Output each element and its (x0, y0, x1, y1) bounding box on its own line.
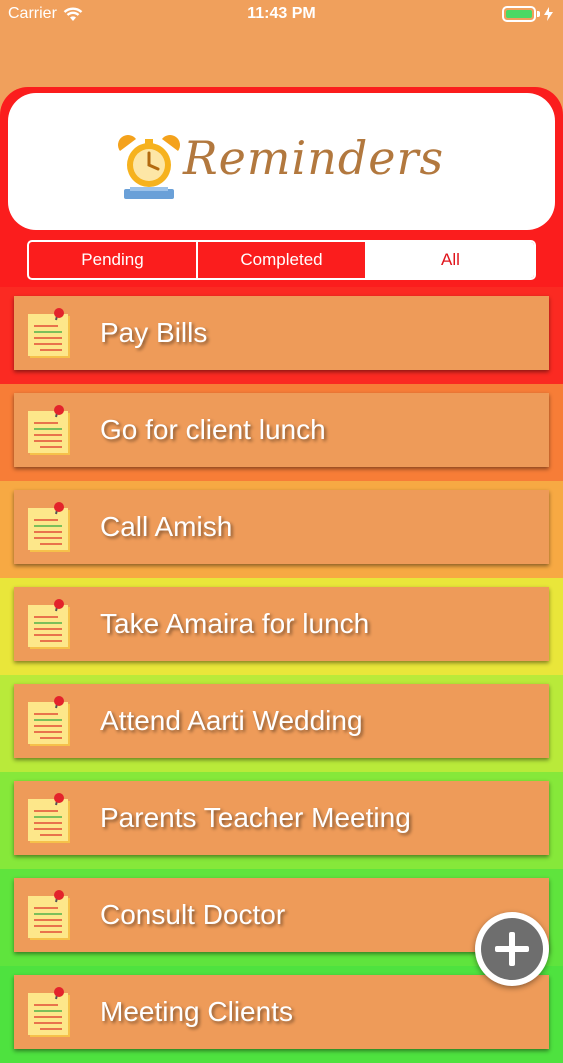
reminder-card[interactable]: Pay Bills (14, 296, 549, 370)
filter-segmented-control[interactable]: Pending Completed All (27, 240, 536, 280)
status-time: 11:43 PM (247, 5, 316, 22)
sticky-note-icon (28, 890, 74, 942)
header-panel: Reminders Pending Completed All (0, 87, 563, 287)
battery-charging-icon (502, 6, 553, 22)
reminder-title: Take Amaira for lunch (100, 608, 370, 639)
logo-card: Reminders (8, 93, 555, 230)
reminder-card[interactable]: Go for client lunch (14, 393, 549, 467)
alarm-clock-icon (118, 135, 180, 199)
reminder-title: Meeting Clients (100, 996, 293, 1027)
sticky-note-icon (28, 405, 74, 457)
status-bar: Carrier 11:43 PM (0, 0, 563, 30)
sticky-note-icon (28, 696, 74, 748)
reminder-title: Go for client lunch (100, 414, 326, 445)
reminder-card[interactable]: Parents Teacher Meeting (14, 781, 549, 855)
reminder-title: Parents Teacher Meeting (100, 802, 411, 833)
sticky-note-icon (28, 987, 74, 1039)
tab-completed[interactable]: Completed (198, 242, 367, 278)
sticky-note-icon (28, 502, 74, 554)
reminder-card[interactable]: Take Amaira for lunch (14, 587, 549, 661)
reminder-title: Attend Aarti Wedding (100, 705, 363, 736)
add-reminder-button[interactable] (475, 912, 549, 986)
plus-icon (481, 918, 543, 980)
tab-all[interactable]: All (367, 242, 534, 278)
reminder-title: Pay Bills (100, 317, 208, 348)
sticky-note-icon (28, 793, 74, 845)
tab-pending[interactable]: Pending (29, 242, 198, 278)
sticky-note-icon (28, 308, 74, 360)
reminder-card[interactable]: Meeting Clients (14, 975, 549, 1049)
sticky-note-icon (28, 599, 74, 651)
reminder-title: Call Amish (100, 511, 233, 542)
reminder-card[interactable]: Consult Doctor (14, 878, 549, 952)
reminder-title: Consult Doctor (100, 899, 286, 930)
reminder-card[interactable]: Call Amish (14, 490, 549, 564)
app-title: Reminders (183, 131, 445, 185)
reminder-card[interactable]: Attend Aarti Wedding (14, 684, 549, 758)
